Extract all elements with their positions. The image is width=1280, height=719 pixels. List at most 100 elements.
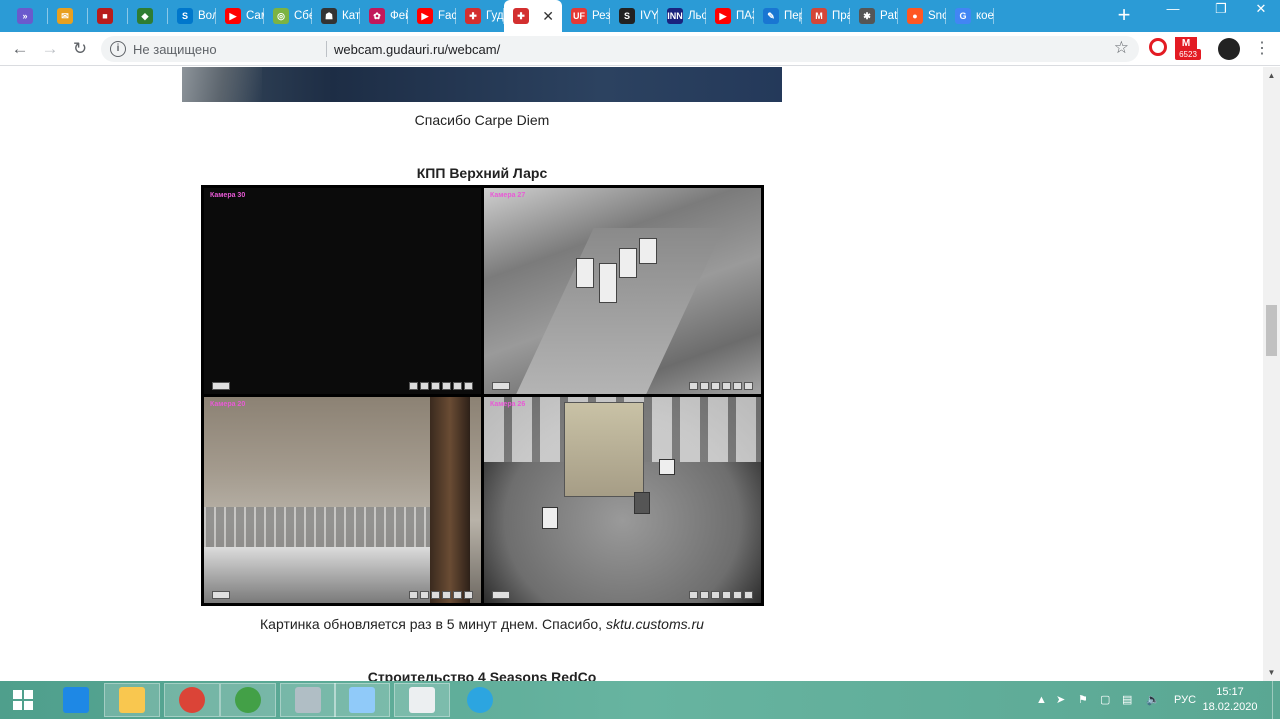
play-icon: [212, 591, 230, 599]
taskbar-app-green-check-app[interactable]: [220, 683, 276, 717]
taskbar-app-window-app[interactable]: [334, 683, 390, 717]
page-content: Спасибо Carpe Diem КПП Верхний Ларс Каме…: [0, 67, 1263, 681]
tab-label: Рез: [592, 10, 610, 22]
taskbar-app-printer-app[interactable]: [280, 683, 336, 717]
profile-avatar[interactable]: [1218, 38, 1240, 60]
info-icon[interactable]: i: [110, 41, 126, 57]
close-window-button[interactable]: ✕: [1245, 0, 1277, 22]
documents-app-icon: [409, 687, 435, 713]
tab-label: Льо: [688, 10, 706, 22]
url-text[interactable]: webcam.gudauri.ru/webcam/: [334, 42, 500, 57]
tab-label: Сбє: [294, 10, 312, 22]
section-title: КПП Верхний Ларс: [416, 165, 548, 181]
camera-label: Камера 27: [490, 192, 526, 199]
printer-app-icon: [295, 687, 321, 713]
browser-tab[interactable]: ✉: [48, 0, 88, 32]
forward-button[interactable]: →: [38, 37, 62, 61]
tab-favicon-icon: ✚: [465, 8, 481, 24]
language-indicator[interactable]: РУС: [1174, 681, 1196, 719]
reload-button[interactable]: ↻: [68, 37, 92, 61]
browser-tab[interactable]: ✚ ✕: [504, 0, 562, 32]
tab-label: кое: [976, 10, 994, 22]
volume-tray-icon[interactable]: 🔈: [1146, 681, 1160, 719]
taskbar-app-file-explorer[interactable]: [104, 683, 160, 717]
security-status: Не защищено: [133, 42, 217, 57]
tab-label: Face: [438, 10, 456, 22]
chrome-icon: [179, 687, 205, 713]
tab-strip: + — ❐ ✕ » ✉ ■ ◆ S Вол ▶ Сам ◎ Сбє ☗ Кат ✿ Фей ▶ Face ✚ Гу…: [0, 0, 1280, 32]
back-button[interactable]: ←: [8, 37, 32, 61]
browser-toolbar: ← → ↻ i Не защищено webcam.gudauri.ru/we…: [0, 32, 1280, 66]
internet-explorer-icon: [63, 687, 89, 713]
tab-label: Пер: [784, 10, 802, 22]
windows-taskbar: ▲ ➤ ⚑ ▢ ▤ 🔈 РУС 15:17 18.02.2020: [0, 681, 1280, 719]
tab-label: Sno: [928, 10, 946, 22]
browser-tab[interactable]: INN Льо: [658, 0, 706, 32]
browser-tab[interactable]: ✎ Пер: [754, 0, 802, 32]
taskbar-app-documents-app[interactable]: [394, 683, 450, 717]
bookmark-star-icon[interactable]: ☆: [1114, 38, 1129, 58]
camera-feed: Камера 20: [204, 397, 481, 603]
scroll-thumb[interactable]: [1266, 305, 1277, 356]
show-desktop-button[interactable]: [1272, 681, 1280, 719]
browser-tab[interactable]: ☗ Кат: [312, 0, 360, 32]
camera-controls: [409, 382, 473, 390]
browser-tab[interactable]: ✚ Гуд: [456, 0, 504, 32]
scroll-up-icon[interactable]: ▲: [1263, 67, 1280, 84]
tab-favicon-icon: ●: [907, 8, 923, 24]
tab-label: Гуд: [486, 10, 504, 22]
browser-tab[interactable]: »: [8, 0, 48, 32]
camera-label: Камера 20: [210, 401, 246, 408]
address-bar[interactable]: i Не защищено webcam.gudauri.ru/webcam/ …: [101, 36, 1139, 62]
browser-tab[interactable]: ▶ Face: [408, 0, 456, 32]
browser-tab[interactable]: ● Sno: [898, 0, 946, 32]
camera-grid-image: Камера 30 Камера 27 Камера 20 Камера 26: [201, 185, 764, 606]
tab-favicon-icon: UF: [571, 8, 587, 24]
close-tab-icon[interactable]: ✕: [542, 8, 554, 25]
windows-logo-icon: [13, 690, 33, 710]
green-check-app-icon: [235, 687, 261, 713]
browser-tab[interactable]: Gкое: [946, 0, 994, 32]
menu-icon[interactable]: ⋮: [1250, 37, 1274, 61]
taskbar-app-internet-explorer[interactable]: [48, 683, 104, 717]
browser-tab[interactable]: ▶ ПАЗ: [706, 0, 754, 32]
tab-favicon-icon: »: [17, 8, 33, 24]
browser-tab[interactable]: S IVY: [610, 0, 658, 32]
source-link[interactable]: sktu.customs.ru: [606, 616, 704, 632]
camera-controls: [689, 382, 753, 390]
opera-icon[interactable]: [1149, 38, 1167, 56]
browser-tab[interactable]: ✿ Фей: [360, 0, 408, 32]
browser-tab[interactable]: ▶ Сам: [216, 0, 264, 32]
minimize-button[interactable]: —: [1157, 0, 1189, 22]
browser-tab[interactable]: ✱ Pat: [850, 0, 898, 32]
camera-feed: Камера 27: [484, 188, 761, 394]
browser-tab[interactable]: ◎ Сбє: [264, 0, 312, 32]
browser-tab[interactable]: S Вол: [168, 0, 216, 32]
clock-date: 18.02.2020: [1202, 701, 1258, 713]
telegram-tray-icon[interactable]: ➤: [1056, 681, 1065, 719]
flag-tray-icon[interactable]: ⚑: [1078, 681, 1088, 719]
device-tray-icon[interactable]: ▢: [1100, 681, 1110, 719]
tray-expand-icon[interactable]: ▲: [1036, 681, 1047, 719]
camera-feed: Камера 26: [484, 397, 761, 603]
system-clock[interactable]: 15:17 18.02.2020: [1200, 685, 1260, 715]
new-tab-button[interactable]: +: [1112, 4, 1136, 28]
browser-tab[interactable]: UF Рез: [562, 0, 610, 32]
browser-tab[interactable]: ■: [88, 0, 128, 32]
tab-label: ПАЗ: [736, 10, 754, 22]
taskbar-app-chrome[interactable]: [164, 683, 220, 717]
tab-favicon-icon: ◎: [273, 8, 289, 24]
taskbar-app-telegram[interactable]: [452, 683, 508, 717]
browser-tab[interactable]: M Пра: [802, 0, 850, 32]
scroll-down-icon[interactable]: ▼: [1263, 664, 1280, 681]
browser-tab[interactable]: ◆: [128, 0, 168, 32]
mail-extension-icon[interactable]: M 6523: [1175, 37, 1201, 61]
vertical-scrollbar[interactable]: ▲ ▼: [1263, 67, 1280, 681]
file-explorer-icon: [119, 687, 145, 713]
network-tray-icon[interactable]: ▤: [1122, 681, 1132, 719]
restore-button[interactable]: ❐: [1205, 0, 1237, 22]
tab-label: Сам: [246, 10, 264, 22]
start-button[interactable]: [0, 683, 46, 717]
caption-update-text: Картинка обновляется раз в 5 минут днем.…: [260, 616, 606, 632]
tab-favicon-icon: M: [811, 8, 827, 24]
